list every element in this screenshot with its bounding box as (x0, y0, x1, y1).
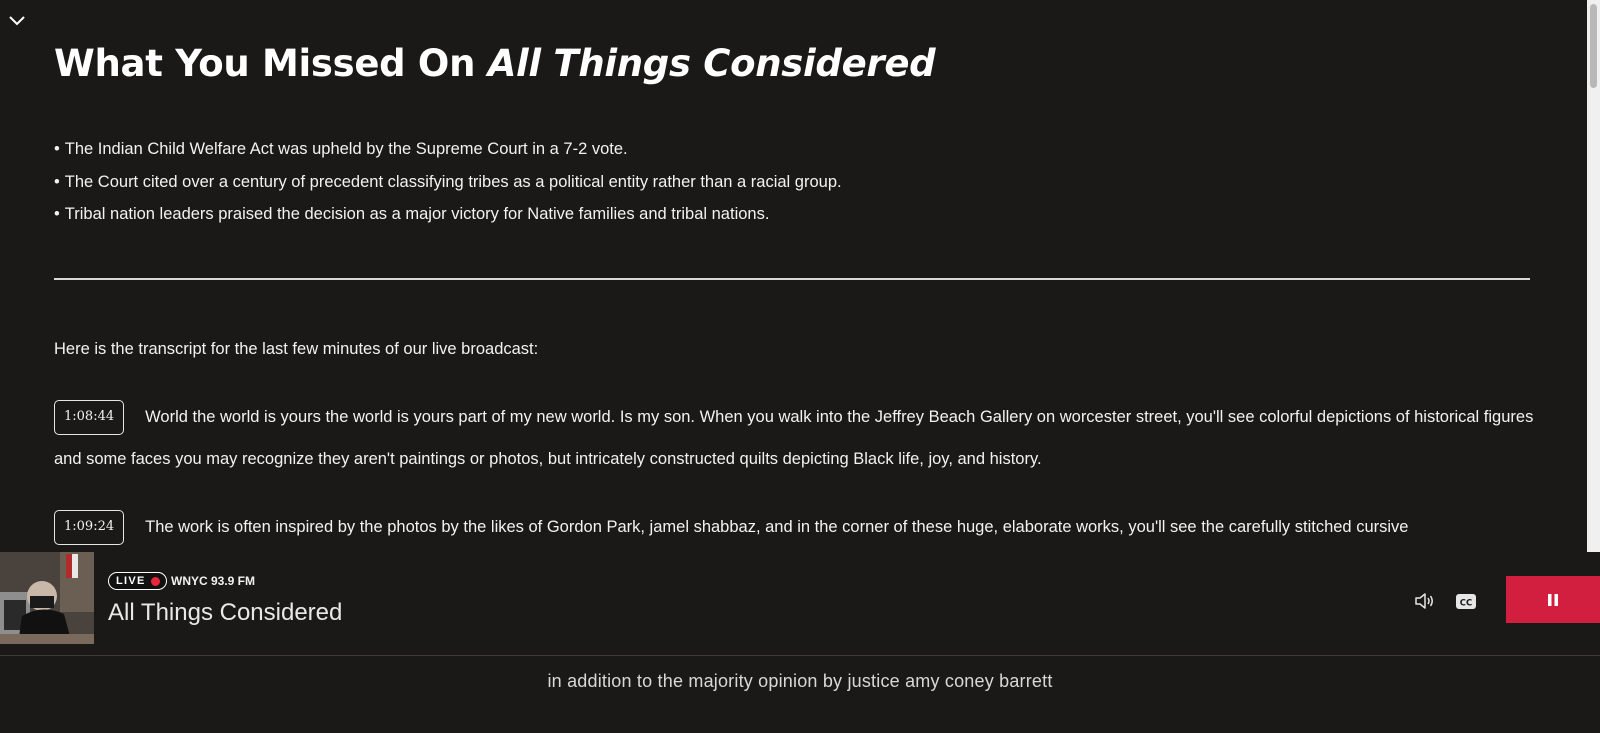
page-title: What You Missed On All Things Considered (54, 42, 936, 85)
pause-icon (1548, 593, 1558, 606)
volume-button[interactable] (1413, 589, 1437, 613)
volume-icon (1415, 593, 1433, 609)
section-divider (54, 278, 1530, 280)
summary-bullet: • The Indian Child Welfare Act was upheld… (54, 140, 628, 158)
live-dot-icon (150, 576, 160, 586)
collapse-button[interactable] (6, 10, 28, 32)
timestamp-button[interactable]: 1:09:24 (54, 510, 125, 545)
title-show-name: All Things Considered (487, 42, 936, 85)
article-viewport[interactable]: What You Missed On All Things Considered… (0, 0, 1587, 552)
closed-captions-button[interactable]: CC (1454, 590, 1477, 612)
chevron-down-icon (9, 16, 25, 26)
scrollbar-thumb[interactable] (1590, 4, 1597, 88)
now-playing-title[interactable]: All Things Considered (108, 599, 342, 627)
live-caption-bar: in addition to the majority opinion by j… (0, 655, 1600, 733)
live-label: LIVE (116, 575, 146, 587)
cc-label: CC (1459, 598, 1471, 608)
summary-bullets: • The Indian Child Welfare Act was upheld… (54, 133, 842, 231)
transcript-intro: Here is the transcript for the last few … (54, 340, 539, 358)
transcript-text: World the world is yours the world is yo… (54, 408, 1534, 468)
pause-button[interactable] (1506, 576, 1600, 623)
audio-player: LIVE WNYC 93.9 FM All Things Considered … (0, 552, 1600, 655)
station-name: WNYC 93.9 FM (171, 574, 256, 588)
closed-captions-icon: CC (1455, 593, 1476, 609)
transcript-segment: 1:09:24 The work is often inspired by th… (54, 510, 1534, 548)
live-caption-text: in addition to the majority opinion by j… (547, 671, 1053, 691)
scrollbar[interactable] (1587, 0, 1600, 552)
transcript-segment: 1:08:44 World the world is yours the wor… (54, 400, 1534, 480)
live-badge: LIVE (108, 572, 167, 590)
bullet-text: Tribal nation leaders praised the decisi… (64, 205, 770, 223)
summary-bullet: • Tribal nation leaders praised the decis… (54, 205, 770, 223)
bullet-text: The Court cited over a century of preced… (64, 172, 842, 191)
summary-bullet: • The Court cited over a century of prece… (54, 172, 842, 191)
title-plain: What You Missed On (54, 42, 488, 85)
show-thumbnail (0, 552, 94, 644)
timestamp-button[interactable]: 1:08:44 (54, 400, 125, 435)
bullet-text: The Indian Child Welfare Act was upheld … (64, 140, 628, 158)
thumbnail-image (0, 552, 94, 644)
transcript-text: The work is often inspired by the photos… (145, 518, 1409, 536)
